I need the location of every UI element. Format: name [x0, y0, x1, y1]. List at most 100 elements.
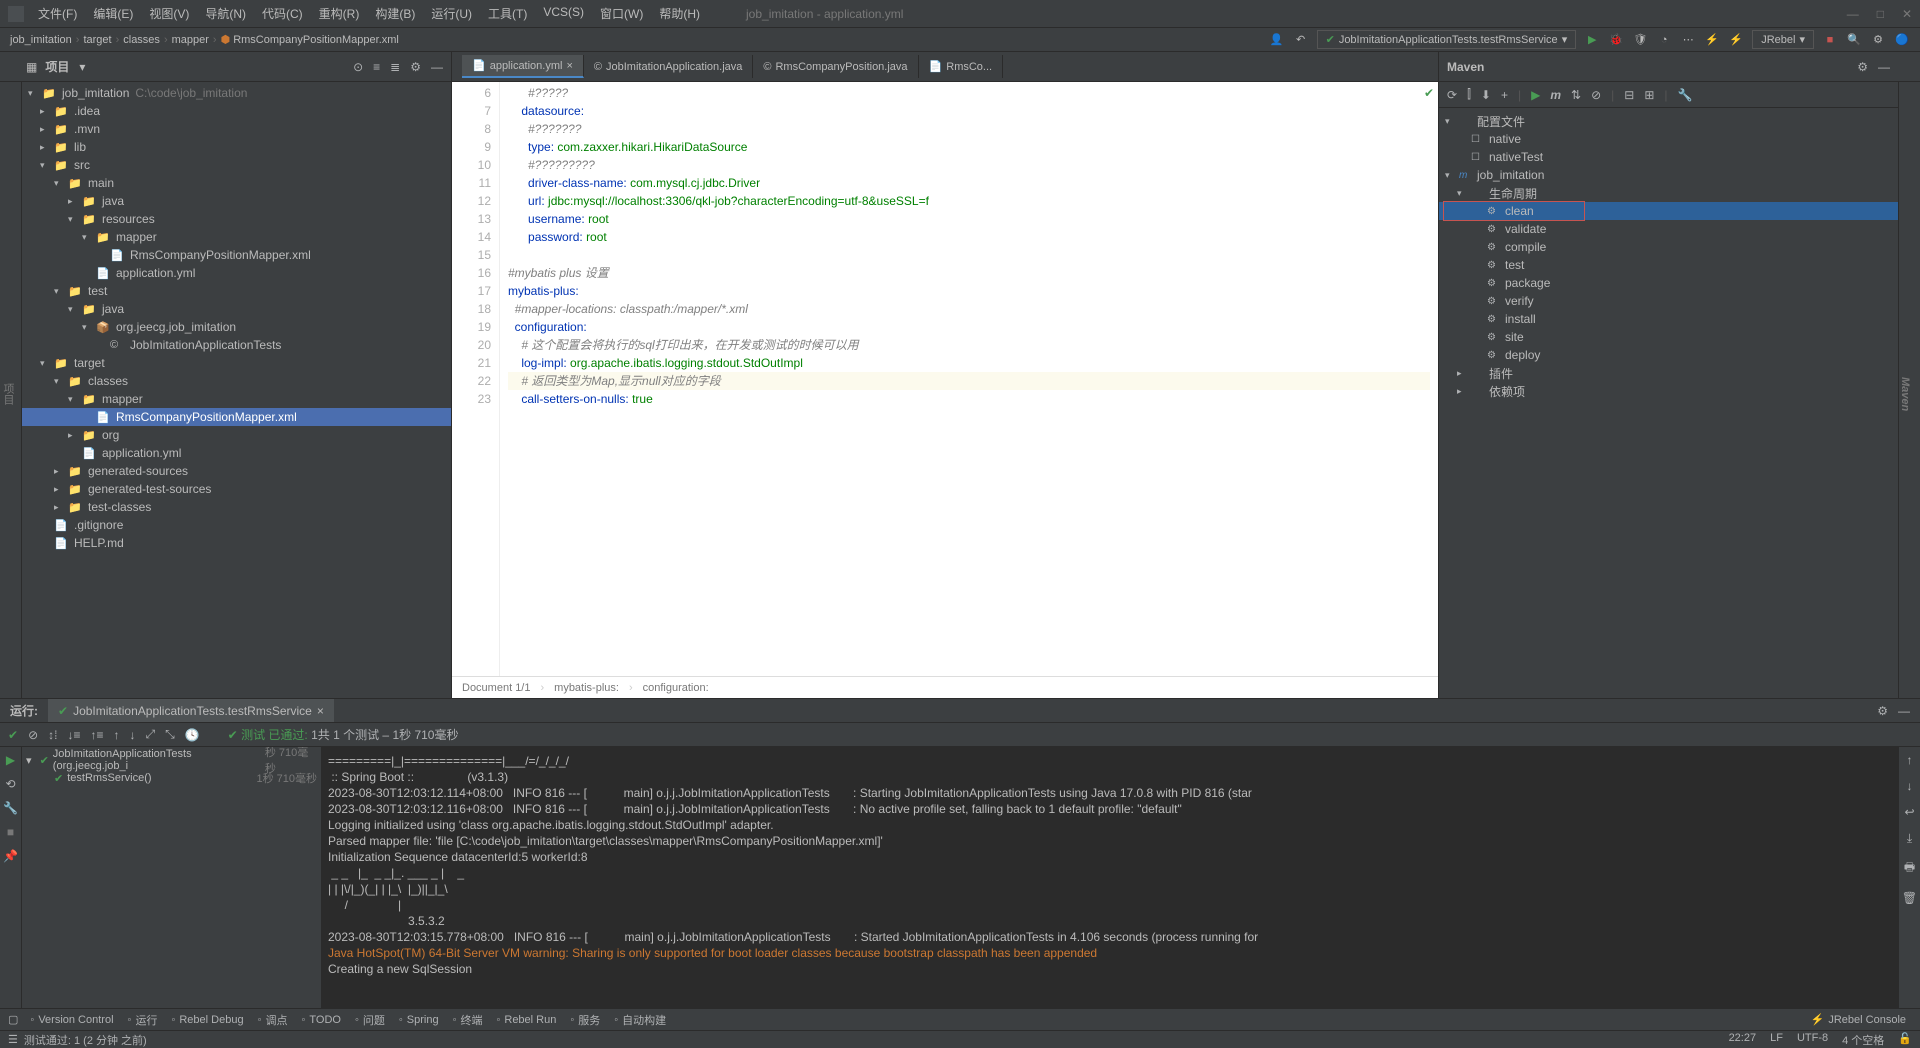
tree-row[interactable]: ▾📁java [22, 300, 451, 318]
expand-icon[interactable]: ↓≡ [67, 728, 80, 742]
code-line[interactable]: username: root [508, 210, 1430, 228]
tree-row[interactable]: 📄RmsCompanyPositionMapper.xml [22, 408, 451, 426]
code-line[interactable]: #??????? [508, 120, 1430, 138]
code-line[interactable]: #????? [508, 84, 1430, 102]
code-line[interactable]: mybatis-plus: [508, 282, 1430, 300]
maven-node[interactable]: ▾mjob_imitation [1439, 166, 1898, 184]
checkbox-icon[interactable]: ☐ [1471, 134, 1485, 145]
menu-item[interactable]: 编辑(E) [87, 3, 139, 24]
code-line[interactable]: url: jdbc:mysql://localhost:3306/qkl-job… [508, 192, 1430, 210]
settings-icon[interactable]: ⚙ [1870, 32, 1886, 48]
menu-item[interactable]: 窗口(W) [594, 3, 649, 24]
maven-generate-icon[interactable]: ⫿ [1467, 87, 1471, 102]
collapse-all-icon[interactable]: ≣ [390, 60, 400, 74]
code-line[interactable]: # 这个配置会将执行的sql打印出来，在开发或测试的时候可以用 [508, 336, 1430, 354]
print-icon[interactable]: 🖶 [1904, 858, 1915, 879]
tree-arrow-icon[interactable]: ▸ [68, 430, 82, 441]
code-line[interactable]: # 返回类型为Map,显示null对应的字段 [508, 372, 1430, 390]
bottom-tool-button[interactable]: ◦运行 [122, 1012, 164, 1028]
tree-row[interactable]: ▾📁mapper [22, 390, 451, 408]
project-tree[interactable]: ▾📁job_imitationC:\code\job_imitation▸📁.i… [22, 82, 452, 698]
run-config-selector[interactable]: ✔ JobImitationApplicationTests.testRmsSe… [1317, 30, 1577, 49]
close-tab-icon[interactable]: × [566, 60, 572, 72]
toggle-auto-icon[interactable]: 🔧 [3, 801, 18, 815]
debug-button-icon[interactable]: 🐞 [1608, 32, 1624, 48]
run-button-icon[interactable]: ▶ [1584, 32, 1600, 48]
maven-node[interactable]: ⚙site [1439, 328, 1898, 346]
user-icon[interactable]: 👤 [1269, 32, 1285, 48]
maven-run-icon[interactable]: ▶ [1531, 88, 1540, 102]
soft-wrap-icon[interactable]: ↩ [1904, 805, 1914, 819]
hide-panel-icon[interactable]: — [431, 60, 443, 74]
bottom-tool-button[interactable]: ◦Version Control [24, 1012, 119, 1028]
status-indent[interactable]: 4 个空格 [1842, 1032, 1884, 1048]
maven-stripe-button[interactable]: Maven [1899, 377, 1911, 411]
maven-node[interactable]: ⚙validate [1439, 220, 1898, 238]
project-tool-icon[interactable]: ▦ [26, 60, 37, 74]
code-line[interactable]: datasource: [508, 102, 1430, 120]
maximize-icon[interactable]: □ [1877, 7, 1884, 21]
status-line-sep[interactable]: LF [1770, 1032, 1783, 1048]
clear-icon[interactable]: 🗑 [1902, 891, 1917, 905]
maven-toggle-icon[interactable]: ⇅ [1571, 88, 1581, 102]
breadcrumb-node[interactable]: mybatis-plus: [554, 682, 619, 694]
tree-row[interactable]: ▸📁generated-sources [22, 462, 451, 480]
tree-row[interactable]: ▸📁.mvn [22, 120, 451, 138]
export-icon[interactable]: ⤡ [165, 727, 175, 742]
maven-node[interactable]: ▸▸插件 [1439, 364, 1898, 382]
maven-node[interactable]: ▾▸生命周期 [1439, 184, 1898, 202]
expand-all-icon[interactable]: ≡ [373, 60, 380, 74]
tree-arrow-icon[interactable]: ▾ [82, 322, 96, 333]
bottom-tool-button[interactable]: ◦Rebel Run [490, 1012, 562, 1028]
readonly-lock-icon[interactable]: 🔓 [1898, 1032, 1912, 1048]
run-tab[interactable]: ✔ JobImitationApplicationTests.testRmsSe… [48, 699, 334, 722]
import-icon[interactable]: ⤢ [146, 727, 156, 742]
bottom-tool-button[interactable]: ◦自动构建 [608, 1012, 672, 1028]
editor-tab[interactable]: 📄application.yml× [462, 55, 584, 78]
tree-row[interactable]: ▾📁test [22, 282, 451, 300]
tree-arrow-icon[interactable]: ▸ [1457, 368, 1471, 379]
breadcrumb-item[interactable]: mapper [172, 34, 209, 46]
project-stripe-button[interactable]: 项目 [0, 383, 16, 405]
scroll-up-icon[interactable]: ↑ [1907, 753, 1913, 767]
tree-arrow-icon[interactable]: ▾ [28, 88, 42, 99]
maven-show-icon[interactable]: ⊞ [1644, 88, 1654, 102]
console-output[interactable]: =========|_|==============|___/=/_/_/_/ … [322, 747, 1898, 1008]
tree-row[interactable]: 📄application.yml [22, 444, 451, 462]
menu-item[interactable]: 视图(V) [143, 3, 195, 24]
menu-item[interactable]: 构建(B) [369, 3, 421, 24]
breadcrumb-node[interactable]: configuration: [643, 682, 709, 694]
profile-icon[interactable]: ◔ [1656, 32, 1672, 48]
tree-row[interactable]: ▾📁resources [22, 210, 451, 228]
bottom-tool-button[interactable]: ◦服务 [564, 1012, 606, 1028]
tree-arrow-icon[interactable]: ▾ [40, 160, 54, 171]
bottom-tool-button[interactable]: ◦Rebel Debug [165, 1012, 249, 1028]
sort-icon[interactable]: ↕⁞ [48, 728, 57, 742]
tree-row[interactable]: ▾📁job_imitationC:\code\job_imitation [22, 84, 451, 102]
tree-arrow-icon[interactable]: ▸ [54, 502, 68, 513]
search-icon[interactable]: 🔍 [1846, 32, 1862, 48]
tree-arrow-icon[interactable]: ▸ [54, 466, 68, 477]
tree-arrow-icon[interactable]: ▾ [1445, 116, 1459, 127]
close-icon[interactable]: ✕ [1902, 7, 1912, 21]
bottom-tool-button[interactable]: ◦调点 [252, 1012, 294, 1028]
maven-download-icon[interactable]: ⬇ [1481, 88, 1491, 102]
tree-row[interactable]: ▾📁src [22, 156, 451, 174]
tree-arrow-icon[interactable]: ▾ [40, 358, 54, 369]
bottom-tool-button[interactable]: ◦问题 [349, 1012, 391, 1028]
maven-wrench-icon[interactable]: 🔧 [1678, 88, 1693, 102]
tree-arrow-icon[interactable]: ▾ [26, 754, 36, 767]
menu-item[interactable]: 文件(F) [32, 3, 83, 24]
menu-item[interactable]: 代码(C) [256, 3, 309, 24]
maven-node[interactable]: ⚙clean [1439, 202, 1898, 220]
maven-node[interactable]: ⚙package [1439, 274, 1898, 292]
tree-row[interactable]: 📄HELP.md [22, 534, 451, 552]
code-line[interactable]: password: root [508, 228, 1430, 246]
menu-item[interactable]: 运行(U) [425, 3, 478, 24]
rerun-failed-icon[interactable]: ⟲ [5, 777, 15, 791]
jrebel-console-button[interactable]: ⚡ JRebel Console [1805, 1013, 1912, 1026]
tree-arrow-icon[interactable]: ▸ [40, 124, 54, 135]
show-passed-icon[interactable]: ✔ [8, 728, 18, 742]
tree-row[interactable]: ▾📦org.jeecg.job_imitation [22, 318, 451, 336]
tree-row[interactable]: ▾📁classes [22, 372, 451, 390]
